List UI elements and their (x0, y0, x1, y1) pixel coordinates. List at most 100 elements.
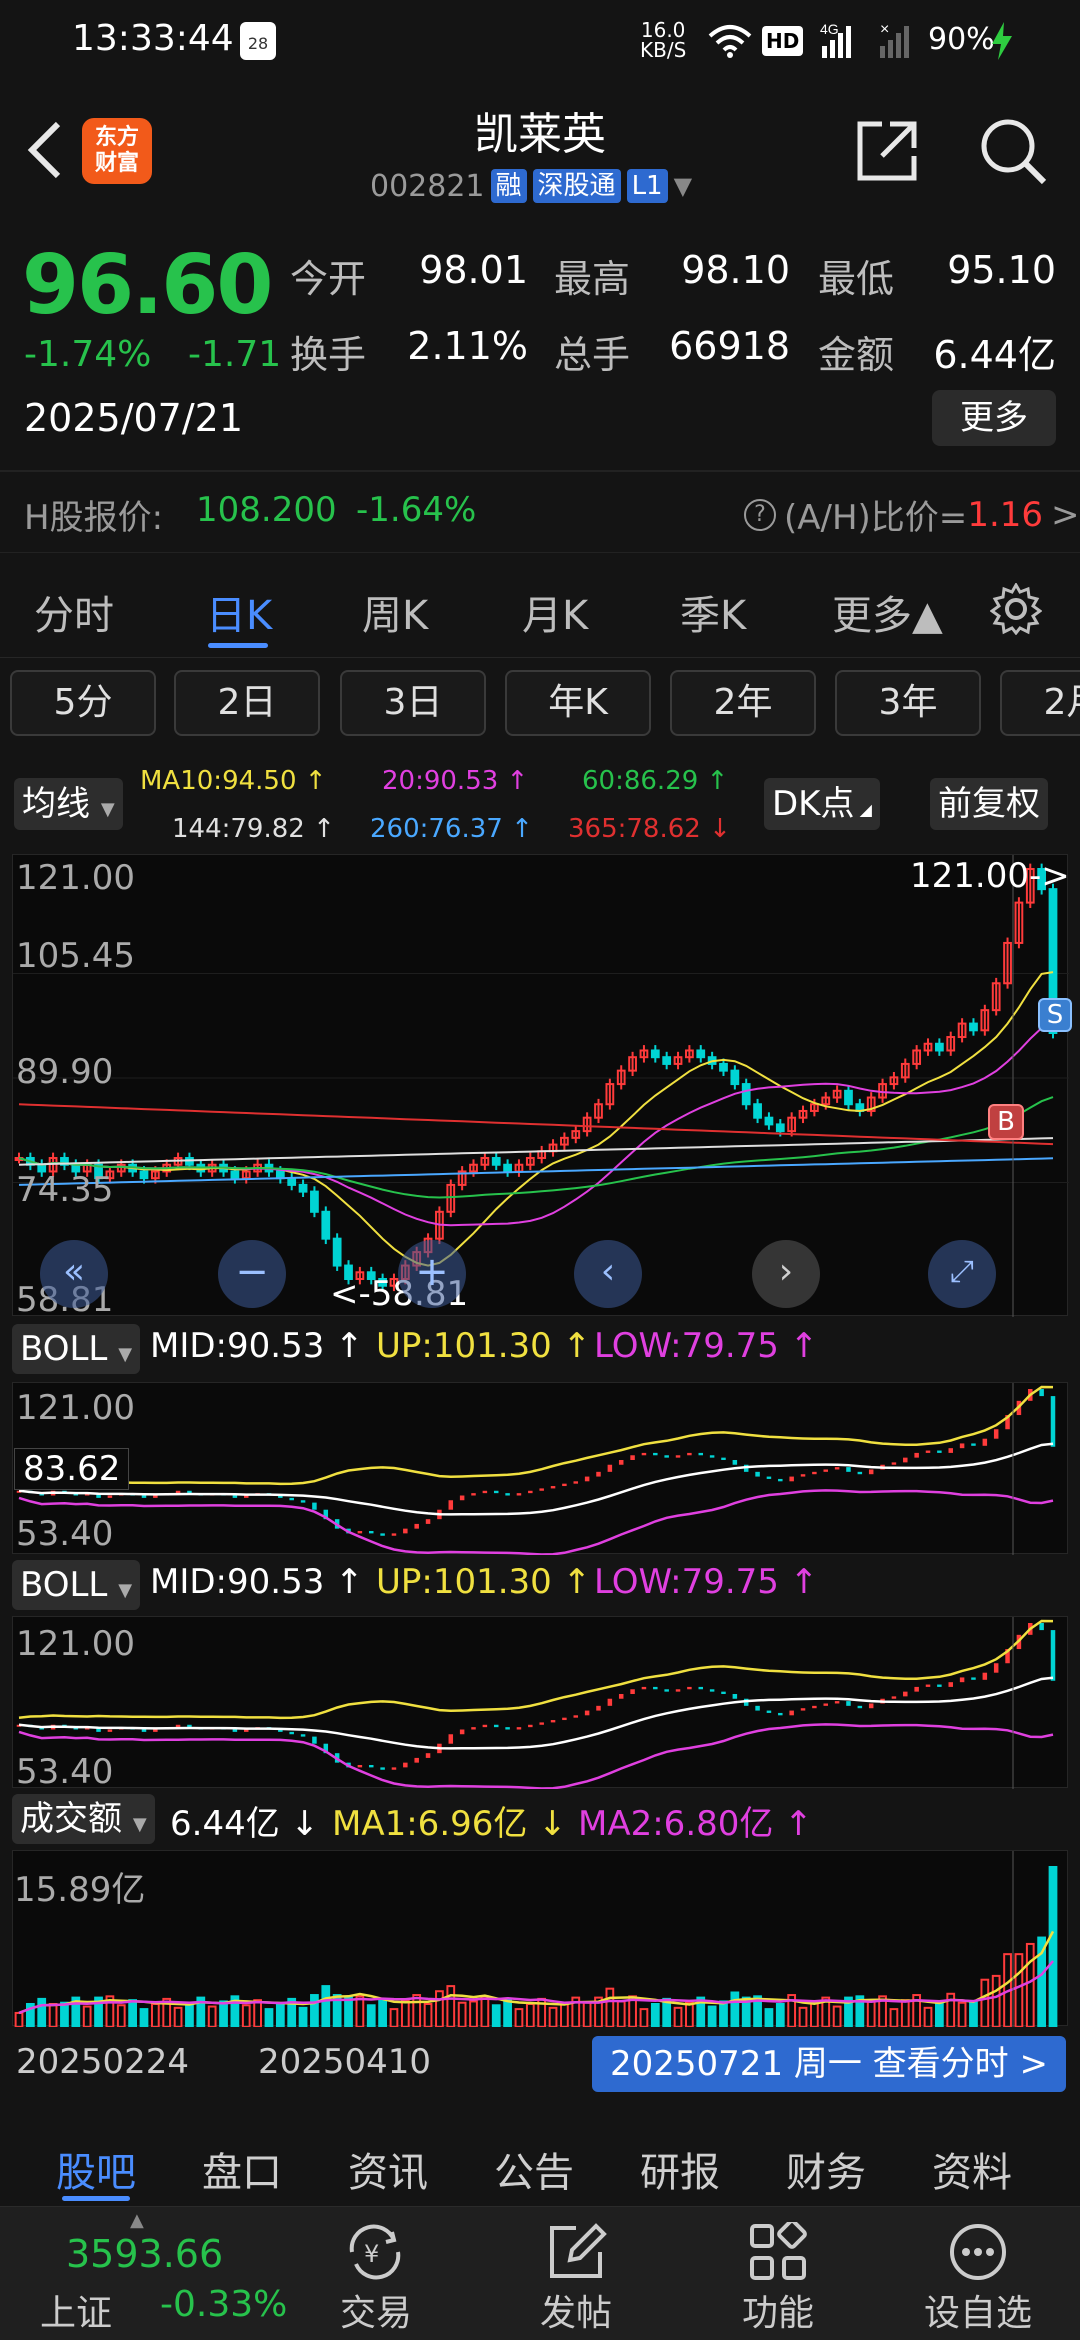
dock-add-watchlist[interactable]: 设自选 (924, 2284, 1032, 2336)
trade-icon[interactable]: ¥ (342, 2222, 408, 2282)
scroll-right-icon[interactable]: › (752, 1240, 820, 1308)
caret-down-icon: ▼ (100, 799, 115, 820)
sh-index-change[interactable]: -0.33% (160, 2284, 287, 2325)
boll-candle (312, 1736, 317, 1744)
boll-candle (289, 1731, 294, 1735)
volume-bar (969, 2000, 978, 2028)
fullscreen-icon[interactable]: ⤢ (928, 1240, 996, 1308)
period-year[interactable]: 年K (505, 670, 651, 736)
divider (0, 470, 1080, 472)
zoom-in-icon[interactable]: + (398, 1240, 466, 1308)
tag-level: L1 (626, 169, 668, 203)
battery-level: 90% (928, 22, 995, 57)
volume-bar (355, 1995, 365, 2028)
boll-candle (834, 1467, 840, 1470)
boll-candle (448, 1734, 454, 1744)
boll-candle (868, 1469, 874, 1475)
settings-gear-icon[interactable] (990, 583, 1042, 635)
period-2day[interactable]: 2日 (174, 670, 320, 736)
boll1-chart[interactable] (12, 1382, 1068, 1556)
dk-point-selector[interactable]: DK点 ◢ (764, 778, 880, 830)
kline-y-max: 121.00 (16, 858, 135, 898)
period-5min[interactable]: 5分 (10, 670, 156, 736)
boll2-low: LOW:79.75 ↑ (594, 1562, 819, 1602)
buy-marker[interactable]: B (988, 1104, 1024, 1140)
turnover-value: 2.11% (407, 324, 528, 368)
tab-weekly[interactable]: 周K (362, 583, 428, 641)
tab-announcement[interactable]: 公告 (494, 2140, 574, 2198)
functions-grid-icon[interactable] (748, 2222, 808, 2282)
boll-candle (232, 1495, 238, 1498)
boll-candle (914, 1686, 919, 1692)
tab-quarterly[interactable]: 季K (680, 583, 746, 641)
scroll-left-icon[interactable]: ‹ (574, 1240, 642, 1308)
volume-bar (707, 2005, 717, 2029)
dock-trade[interactable]: 交易 (340, 2284, 412, 2336)
tab-news[interactable]: 资讯 (348, 2140, 428, 2198)
dock-functions[interactable]: 功能 (742, 2284, 814, 2336)
boll-candle (289, 1497, 294, 1501)
tab-monthly[interactable]: 月K (522, 583, 588, 641)
boll-candle (584, 1710, 590, 1716)
boll-candle (903, 1691, 908, 1697)
search-icon[interactable] (978, 116, 1048, 186)
boll1-crosshair-value: 83.62 (14, 1448, 130, 1490)
volume-bar (173, 2006, 183, 2029)
ma60-value: 60:86.29 ↑ (582, 766, 729, 796)
dropdown-icon[interactable]: ▼ (674, 172, 692, 200)
post-icon[interactable] (546, 2222, 608, 2282)
view-intraday-button[interactable]: 20250721 周一 查看分时 > (592, 2036, 1066, 2092)
kline-candle (696, 1049, 706, 1059)
volume-bar (900, 1999, 910, 2028)
period-3day[interactable]: 3日 (340, 670, 486, 736)
ah-ratio[interactable]: ? (A/H)比价= 1.16 > (744, 490, 1080, 539)
tab-forum[interactable]: 股吧 (56, 2140, 136, 2198)
adjust-selector[interactable]: 前复权 (930, 778, 1048, 830)
more-dots-icon[interactable] (948, 2222, 1008, 2282)
sh-index-name[interactable]: 上证 (40, 2284, 112, 2336)
tab-research[interactable]: 研报 (640, 2140, 720, 2198)
scroll-left-fast-icon[interactable]: « (40, 1240, 108, 1308)
boll-candle (971, 1677, 976, 1680)
boll2-chart[interactable] (12, 1616, 1068, 1790)
dock-post[interactable]: 发帖 (540, 2284, 612, 2336)
back-icon[interactable] (22, 118, 70, 182)
tab-more[interactable]: 更多▲ (832, 583, 943, 641)
kline-chart[interactable] (12, 854, 1069, 1317)
tab-daily[interactable]: 日K (206, 583, 272, 641)
period-2month[interactable]: 2月 (1000, 670, 1080, 736)
more-button[interactable]: 更多 (932, 390, 1056, 446)
help-icon[interactable]: ? (744, 498, 776, 531)
boll2-bottom: 53.40 (16, 1752, 114, 1792)
ma-selector[interactable]: 均线 ▼ (14, 778, 123, 830)
boll-candle (596, 1705, 601, 1711)
boll-candle (778, 1478, 783, 1482)
volume-chart[interactable] (12, 1850, 1068, 2029)
zoom-out-icon[interactable]: − (218, 1240, 286, 1308)
quick-periods: 5分 2日 3日 年K 2年 3年 2月 (0, 670, 1080, 746)
volume-selector[interactable]: 成交额 ▼ (12, 1794, 155, 1844)
sh-index-value[interactable]: 3593.66 (66, 2232, 223, 2276)
kline-y-3: 74.35 (16, 1170, 114, 1210)
tab-minute[interactable]: 分时 (34, 583, 114, 641)
boll-candle (562, 1717, 567, 1721)
kline-y-2: 89.90 (16, 1052, 114, 1092)
volume-value: 66918 (669, 324, 790, 368)
volume-top: 15.89亿 (14, 1870, 146, 1910)
boll-candle (959, 1677, 965, 1683)
period-2year[interactable]: 2年 (670, 670, 816, 736)
tab-profile[interactable]: 资料 (932, 2140, 1012, 2198)
period-3year[interactable]: 3年 (835, 670, 981, 736)
boll1-selector[interactable]: BOLL ▼ (12, 1324, 141, 1374)
boll-candle (357, 1765, 363, 1768)
tab-handicap[interactable]: 盘口 (202, 2140, 282, 2198)
sell-marker[interactable]: S (1038, 998, 1072, 1032)
boll-candle (414, 1757, 419, 1763)
tab-finance[interactable]: 财务 (786, 2140, 866, 2198)
share-icon[interactable] (854, 118, 920, 184)
calendar-icon: 28 (240, 22, 276, 60)
boll-candle (244, 1729, 249, 1732)
boll-candle (789, 1710, 794, 1716)
volume-bar (400, 1999, 410, 2028)
boll2-selector[interactable]: BOLL ▼ (12, 1560, 141, 1610)
